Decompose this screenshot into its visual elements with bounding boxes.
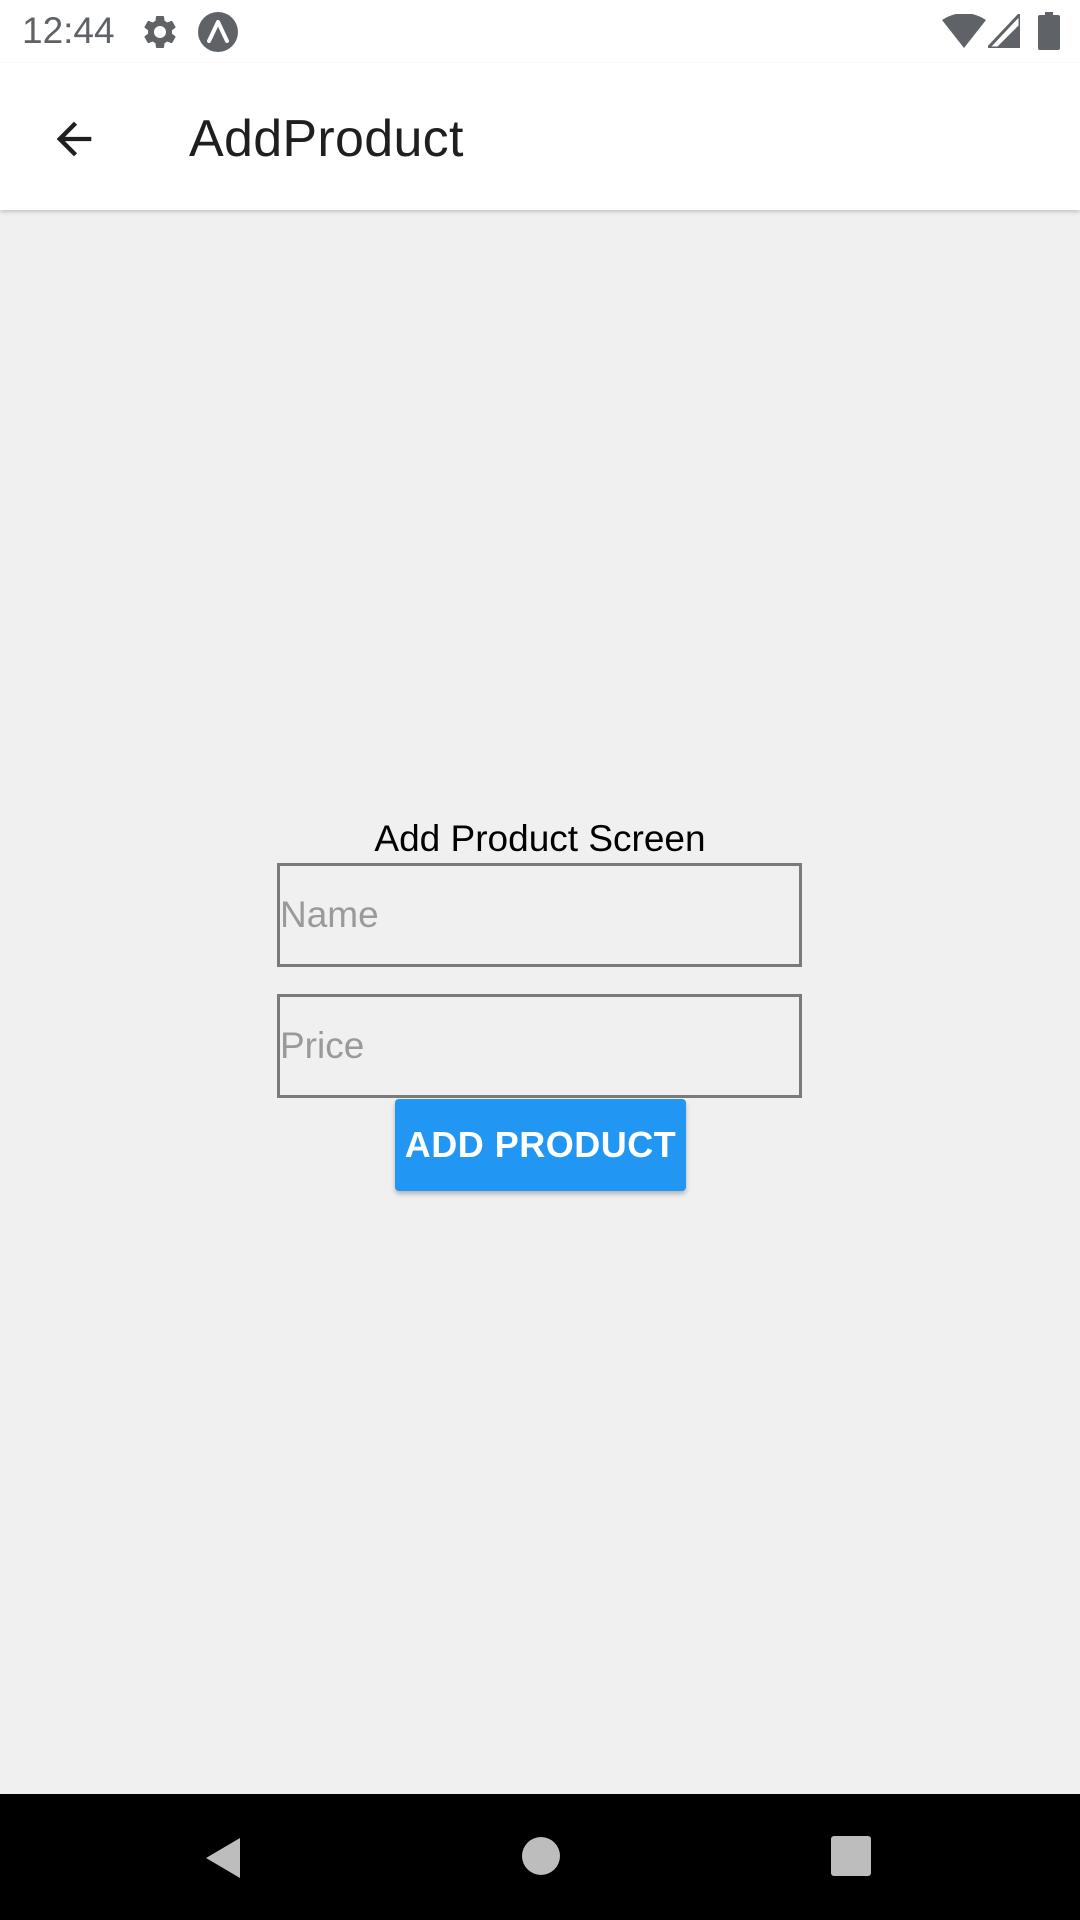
price-input[interactable]	[277, 994, 802, 1098]
back-button[interactable]	[34, 99, 114, 179]
signal-icon	[984, 10, 1022, 50]
screen-heading: Add Product Screen	[374, 818, 706, 859]
nav-recents-icon[interactable]	[829, 1834, 873, 1878]
navigation-bar	[0, 1794, 1080, 1920]
app-notification-icon	[196, 10, 240, 54]
page-title: AddProduct	[189, 110, 464, 168]
arrow-back-icon	[56, 121, 92, 157]
add-product-button[interactable]: ADD PRODUCT	[395, 1099, 686, 1191]
gear-icon	[140, 12, 180, 52]
content-area: Add Product Screen ADD PRODUCT	[0, 210, 1080, 1794]
nav-back-icon[interactable]	[200, 1834, 248, 1882]
status-bar: 12:44	[0, 0, 1080, 63]
name-input[interactable]	[277, 863, 802, 967]
app-bar: AddProduct	[0, 63, 1080, 210]
battery-icon	[1038, 12, 1060, 50]
status-time: 12:44	[22, 10, 115, 51]
nav-home-icon[interactable]	[519, 1834, 563, 1878]
wifi-icon	[942, 13, 986, 48]
